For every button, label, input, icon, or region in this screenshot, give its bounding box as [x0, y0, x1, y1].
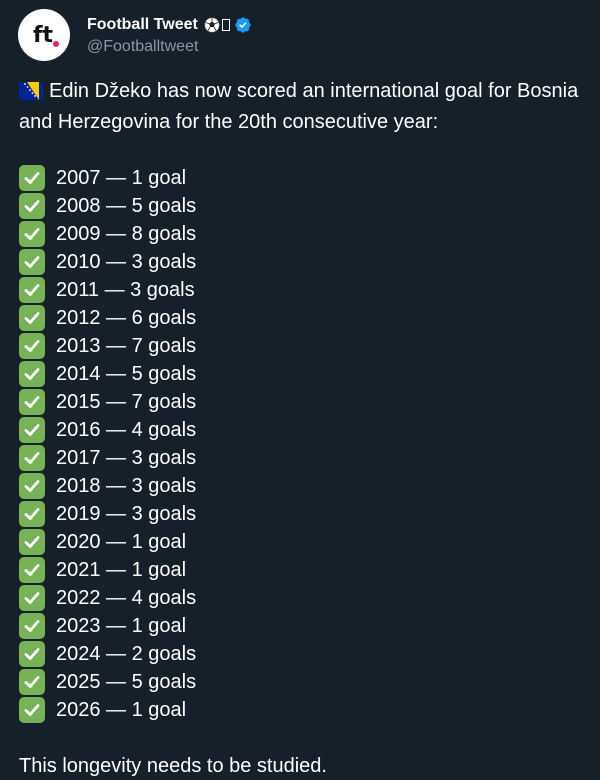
goal-text: 2016 — 4 goals	[56, 419, 197, 441]
check-mark-button-icon	[19, 221, 45, 247]
soccer-ball-icon	[204, 17, 220, 33]
goal-row: 2010 — 3 goals	[19, 248, 591, 276]
goal-text: 2009 — 8 goals	[56, 223, 197, 245]
goal-row: 2009 — 8 goals	[19, 220, 591, 248]
goal-text: 2018 — 3 goals	[56, 475, 197, 497]
goal-row: 2021 — 1 goal	[19, 556, 591, 584]
goal-row: 2014 — 5 goals	[19, 360, 591, 388]
line-spacer	[19, 136, 591, 164]
check-mark-button-icon	[19, 669, 45, 695]
goal-text: 2024 — 2 goals	[56, 643, 197, 665]
goal-text: 2007 — 1 goal	[56, 167, 187, 189]
goal-row: 2008 — 5 goals	[19, 192, 591, 220]
bosnia-flag-icon	[19, 80, 43, 108]
goal-text: 2014 — 5 goals	[56, 363, 197, 385]
goal-text: 2019 — 3 goals	[56, 503, 197, 525]
goal-row: 2012 — 6 goals	[19, 304, 591, 332]
check-mark-button-icon	[19, 333, 45, 359]
goals-list: 2007 — 1 goal 2008 — 5 goals 2009 — 8 goal…	[19, 164, 591, 724]
check-mark-button-icon	[19, 697, 45, 723]
tweet-intro: Edin Džeko has now scored an internation…	[19, 77, 591, 136]
goal-text: 2008 — 5 goals	[56, 195, 197, 217]
check-mark-button-icon	[19, 613, 45, 639]
goal-row: 2016 — 4 goals	[19, 416, 591, 444]
check-mark-button-icon	[19, 249, 45, 275]
check-mark-button-icon	[19, 501, 45, 527]
goal-row: 2019 — 3 goals	[19, 500, 591, 528]
check-mark-button-icon	[19, 557, 45, 583]
check-mark-button-icon	[19, 585, 45, 611]
check-mark-button-icon	[19, 389, 45, 415]
goal-row: 2013 — 7 goals	[19, 332, 591, 360]
goal-row: 2025 — 5 goals	[19, 668, 591, 696]
check-mark-button-icon	[19, 641, 45, 667]
check-mark-button-icon	[19, 361, 45, 387]
goal-text: 2023 — 1 goal	[56, 615, 187, 637]
goal-text: 2010 — 3 goals	[56, 251, 197, 273]
goal-text: 2021 — 1 goal	[56, 559, 187, 581]
author-names: Football Tweet @Footballtweet	[87, 14, 252, 56]
check-mark-button-icon	[19, 529, 45, 555]
tweet-header: ft Football Tweet @Footballtweet	[18, 9, 252, 61]
goal-text: 2015 — 7 goals	[56, 391, 197, 413]
ft-logo-icon[interactable]: ft	[18, 9, 70, 61]
goal-row: 2026 — 1 goal	[19, 696, 591, 724]
goal-text: 2025 — 5 goals	[56, 671, 197, 693]
check-mark-button-icon	[19, 277, 45, 303]
goal-text: 2026 — 1 goal	[56, 699, 187, 721]
name-row: Football Tweet	[87, 14, 252, 36]
check-mark-button-icon	[19, 305, 45, 331]
goal-row: 2018 — 3 goals	[19, 472, 591, 500]
check-mark-button-icon	[19, 193, 45, 219]
goal-row: 2011 — 3 goals	[19, 276, 591, 304]
check-mark-button-icon	[19, 473, 45, 499]
goal-row: 2020 — 1 goal	[19, 528, 591, 556]
avatar-text: ft	[33, 23, 54, 48]
goal-row: 2023 — 1 goal	[19, 612, 591, 640]
missing-glyph-icon	[221, 19, 230, 31]
verified-badge-icon	[234, 16, 252, 34]
goal-row: 2017 — 3 goals	[19, 444, 591, 472]
goal-row: 2007 — 1 goal	[19, 164, 591, 192]
goal-row: 2022 — 4 goals	[19, 584, 591, 612]
goal-text: 2022 — 4 goals	[56, 587, 197, 609]
goal-text: 2017 — 3 goals	[56, 447, 197, 469]
tweet-intro-text: Edin Džeko has now scored an internation…	[19, 80, 579, 133]
goal-row: 2024 — 2 goals	[19, 640, 591, 668]
display-name[interactable]: Football Tweet	[87, 16, 198, 34]
goal-text: 2020 — 1 goal	[56, 531, 187, 553]
goal-row: 2015 — 7 goals	[19, 388, 591, 416]
goal-text: 2011 — 3 goals	[56, 279, 195, 301]
author-handle[interactable]: @Footballtweet	[87, 38, 252, 56]
check-mark-button-icon	[19, 165, 45, 191]
goal-text: 2013 — 7 goals	[56, 335, 197, 357]
check-mark-button-icon	[19, 445, 45, 471]
goal-text: 2012 — 6 goals	[56, 307, 197, 329]
check-mark-button-icon	[19, 417, 45, 443]
tweet-body: Edin Džeko has now scored an internation…	[19, 77, 591, 780]
tweet-outro: This longevity needs to be studied.	[19, 755, 327, 777]
